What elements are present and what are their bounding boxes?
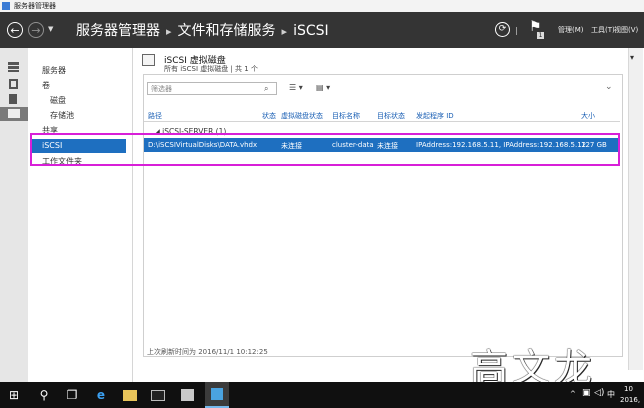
divider: | — [515, 26, 518, 35]
arrow-right-icon: → — [31, 23, 41, 37]
window-title: 服务器管理器 — [14, 2, 56, 10]
breadcrumb-item-iscsi[interactable]: iSCSI — [293, 23, 329, 39]
clock-date[interactable]: 2016, — [620, 396, 640, 404]
network-icon[interactable]: ▣ — [582, 388, 591, 398]
column-header-status[interactable]: 状态 — [262, 111, 276, 121]
panel-subtitle: 所有 iSCSI 虚拟磁盘 | 共 1 个 — [164, 65, 258, 73]
arrow-left-icon: ← — [10, 23, 20, 37]
ime-indicator[interactable]: 中 — [607, 389, 615, 400]
column-header-target-status[interactable]: 目标状态 — [377, 111, 405, 121]
main-content: iSCSI 虚拟磁盘 所有 iSCSI 虚拟磁盘 | 共 1 个 ▾ ⌕ ☰ ▾… — [133, 48, 644, 382]
taskbar: ⊞ ⚲ ❐ e ^ ▣ ◁) 中 10 2016, — [0, 382, 644, 408]
breadcrumb-item-server-manager[interactable]: 服务器管理器 — [76, 23, 160, 39]
clock-time[interactable]: 10 — [624, 385, 633, 393]
column-header-path[interactable]: 路径 — [148, 111, 162, 121]
search-icon[interactable]: ⚲ — [36, 387, 52, 403]
task-view-icon[interactable]: ❐ — [64, 387, 80, 403]
back-button[interactable]: ← — [7, 22, 23, 38]
refresh-button[interactable]: ⟳ — [495, 22, 510, 37]
virtual-disk-grid: ⌕ ☰ ▾ ▤ ▾ ⌄ 路径 状态 虚拟磁盘状态 目标名称 目标状态 发起程序 … — [143, 74, 623, 357]
tasks-dropdown-button[interactable]: ▾ — [630, 53, 634, 62]
sidebar-item-disks[interactable]: 磁盘 — [50, 95, 66, 106]
list-options-button[interactable]: ☰ ▾ — [289, 83, 303, 92]
chevron-right-icon: ▸ — [166, 25, 172, 38]
column-header-initiator-id[interactable]: 发起程序 ID — [416, 111, 454, 121]
chevron-right-icon: ▸ — [281, 25, 288, 38]
menu-view[interactable]: 视图(V) — [614, 25, 638, 35]
last-refresh-status: 上次刷新时间为 2016/11/1 10:12:25 — [147, 348, 268, 356]
command-prompt-icon[interactable] — [150, 387, 166, 403]
history-dropdown-icon[interactable]: ▼ — [48, 25, 53, 33]
annotation-highlight-box — [30, 133, 620, 166]
server-icon[interactable] — [179, 387, 195, 403]
virtual-disk-icon — [142, 54, 155, 66]
breadcrumb-item-file-storage[interactable]: 文件和存储服务 — [178, 23, 276, 39]
windows-start-icon[interactable]: ⊞ — [6, 387, 22, 403]
menu-manage[interactable]: 管理(M) — [558, 25, 584, 35]
notification-badge: 1 — [537, 32, 544, 39]
volume-icon[interactable]: ◁) — [594, 388, 604, 398]
column-header-disk-status[interactable]: 虚拟磁盘状态 — [281, 111, 323, 121]
header-divider — [144, 121, 620, 122]
all-servers-icon[interactable] — [9, 94, 17, 104]
sidebar: 服务器 卷 磁盘 存储池 共享 工作文件夹 — [28, 48, 133, 382]
expand-icon[interactable]: ⌄ — [605, 82, 613, 92]
refresh-icon: ⟳ — [498, 24, 507, 34]
local-server-icon[interactable] — [9, 79, 18, 89]
sidebar-item-storage-pools[interactable]: 存储池 — [50, 110, 74, 121]
server-manager-icon — [2, 2, 10, 10]
menu-tools[interactable]: 工具(T) — [591, 25, 615, 35]
left-icon-rail — [0, 48, 29, 382]
file-explorer-icon[interactable] — [122, 387, 138, 403]
tray-overflow-icon[interactable]: ^ — [570, 390, 576, 398]
sidebar-item-volumes[interactable]: 卷 — [42, 80, 50, 91]
dashboard-icon[interactable] — [8, 62, 19, 72]
column-header-target-name[interactable]: 目标名称 — [332, 111, 360, 121]
search-icon[interactable]: ⌕ — [264, 84, 268, 94]
vertical-scrollbar[interactable] — [628, 48, 643, 370]
file-storage-icon[interactable] — [0, 107, 28, 121]
filter-input[interactable] — [147, 82, 277, 95]
internet-explorer-icon[interactable]: e — [93, 387, 109, 403]
breadcrumb: 服务器管理器 ▸ 文件和存储服务 ▸ iSCSI — [76, 20, 329, 40]
navigation-header: ← → ▼ 服务器管理器 ▸ 文件和存储服务 ▸ iSCSI ⟳ | ⚑ 1 管理(M)… — [0, 12, 644, 48]
server-manager-taskbar-icon[interactable] — [205, 382, 229, 408]
forward-button[interactable]: → — [28, 22, 44, 38]
sidebar-item-servers[interactable]: 服务器 — [42, 65, 66, 76]
column-header-size[interactable]: 大小 — [581, 111, 595, 121]
save-query-button[interactable]: ▤ ▾ — [316, 83, 330, 92]
